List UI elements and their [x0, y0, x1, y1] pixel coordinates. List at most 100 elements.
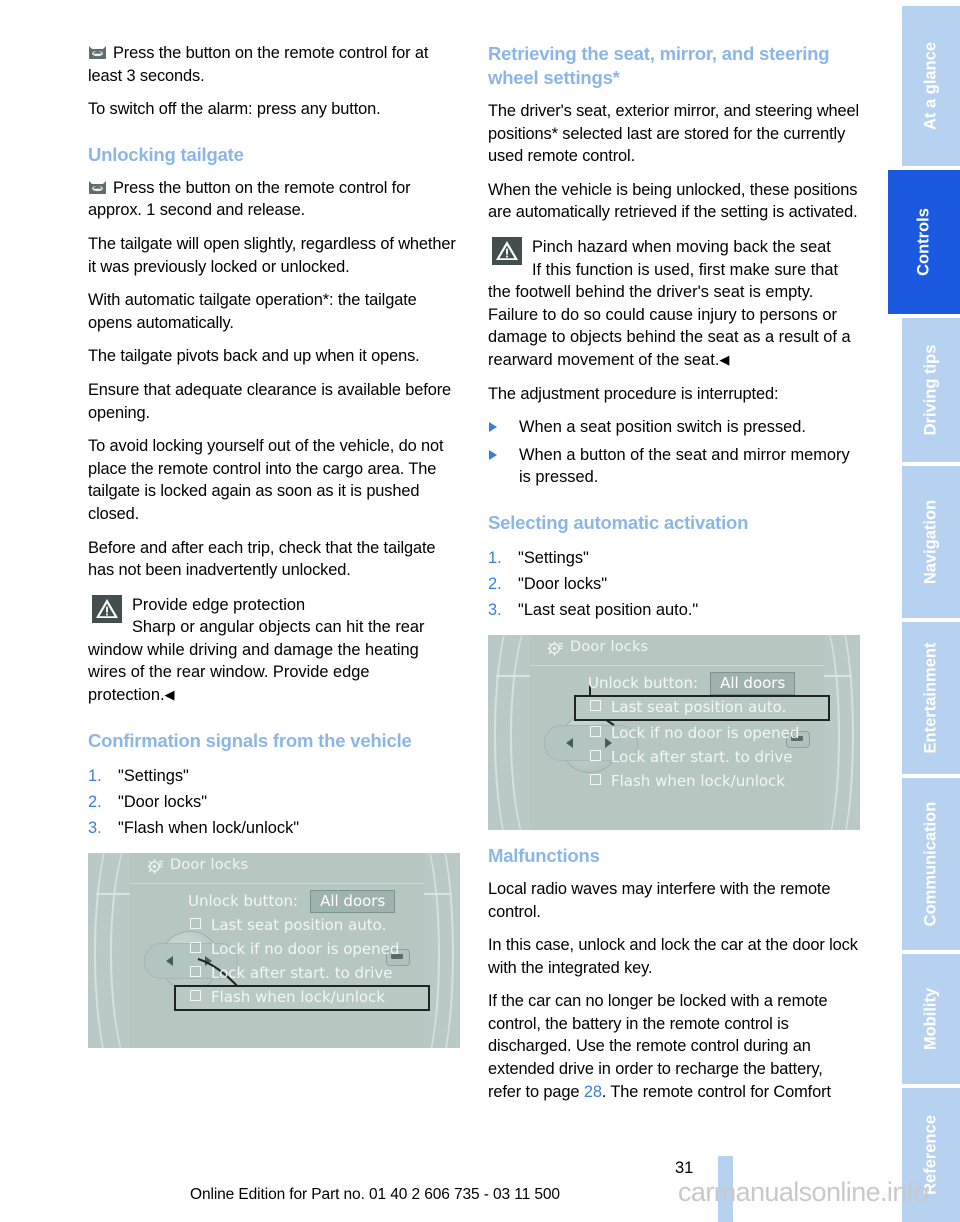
unlock-tailgate-text: Press the button on the remote control f… — [88, 178, 411, 220]
mmi-title: Door locks — [570, 638, 649, 655]
warning-body: If this function is used, first make sur… — [488, 260, 851, 369]
integrated-key-paragraph: In this case, unlock and lock the car at… — [488, 936, 858, 977]
gear-icon — [147, 858, 164, 875]
mmi-screen: Door locks Unlock button: All doors Last … — [530, 634, 830, 830]
mmi-option-row[interactable]: Lock if no door is opened — [188, 937, 418, 961]
checkbox-icon[interactable] — [590, 725, 601, 737]
sidebar-item-mobility[interactable]: Mobility — [902, 954, 960, 1084]
mmi-option-row[interactable]: Flash when lock/unlock — [588, 769, 818, 793]
mmi-option-row[interactable]: Last seat position auto. — [188, 913, 418, 937]
list-item: 2. "Door locks" — [88, 789, 460, 815]
adequate-clearance-paragraph: Ensure that adequate clearance is availa… — [88, 380, 452, 422]
triangle-bullet-icon — [489, 449, 497, 460]
tab-label: At a glance — [921, 41, 940, 131]
mmi-unlock-value: All doors — [710, 671, 796, 695]
mmi-title: Door locks — [170, 856, 249, 873]
heading-selecting-automatic-activation: Selecting automatic activation — [488, 511, 749, 533]
confirmation-steps-list: 1. "Settings" 2. "Door locks" 3. "Flash whe… — [88, 763, 460, 841]
unlock-tailgate-paragraph: Press the button on the remote control f… — [88, 177, 460, 222]
warning-end-marker: ◀ — [164, 687, 175, 703]
step-label: "Settings" — [118, 766, 189, 785]
trunk-remote-button-icon — [88, 180, 107, 195]
tailgate-pivots-paragraph: The tailgate pivots back and up when it … — [88, 347, 420, 366]
heading-malfunctions: Malfunctions — [488, 844, 600, 866]
bezel-line — [824, 674, 852, 677]
step-label: "Door locks" — [118, 792, 208, 811]
warning-title: Pinch hazard when moving back the seat — [532, 237, 831, 256]
mmi-option-rows: Unlock button: All doors Last seat positi… — [174, 889, 430, 1011]
mmi-unlock-label: Unlock button: — [188, 891, 299, 910]
checkbox-icon[interactable] — [590, 699, 601, 711]
warning-edge-protection: Provide edge protection Sharp or angular… — [88, 594, 460, 707]
step-label: "Settings" — [518, 548, 589, 567]
sidebar-item-navigation[interactable]: Navigation — [902, 466, 960, 618]
mmi-option-rows: Unlock button: All doors Last seat positi… — [574, 671, 830, 793]
list-item: When a seat position switch is pressed. — [488, 416, 860, 439]
tab-label: Driving tips — [921, 344, 940, 436]
check-tailgate-paragraph: Before and after each trip, check that t… — [88, 538, 436, 580]
drivers-seat-stored-paragraph: The driver's seat, exterior mirror, and … — [488, 102, 860, 166]
warning-end-marker: ◀ — [719, 351, 730, 367]
trunk-remote-button-icon — [88, 45, 107, 60]
checkbox-icon[interactable] — [190, 989, 201, 1001]
mmi-option-label: Last seat position auto. — [211, 915, 387, 934]
tab-label: Mobility — [921, 987, 940, 1051]
warning-body: Sharp or angular objects can hit the rea… — [88, 618, 425, 705]
step-label: "Flash when lock/unlock" — [118, 818, 300, 837]
sidebar-item-at-a-glance[interactable]: At a glance — [902, 6, 960, 166]
watermark: carmanualsonline.info — [678, 1177, 929, 1207]
mmi-option-row[interactable]: Lock if no door is opened — [588, 721, 818, 745]
heading-confirmation-signals: Confirmation signals from the vehicle — [88, 729, 412, 751]
left-column: Press the button on the remote control f… — [88, 42, 460, 1062]
mmi-screenshot-door-locks-flash: Door locks Unlock button: All doors Last … — [88, 852, 460, 1048]
left-arrow-icon — [166, 955, 173, 966]
triangle-bullet-icon — [489, 422, 497, 433]
mmi-option-label: Lock if no door is opened — [611, 723, 800, 742]
adjustment-interrupted-paragraph: The adjustment procedure is interrupted: — [488, 384, 779, 403]
mmi-unlock-button-row: Unlock button: All doors — [188, 889, 418, 913]
list-item: 2. "Door locks" — [488, 571, 860, 597]
section-navigation-tabs: At a glance Controls Driving tips Naviga… — [888, 0, 960, 1222]
heading-unlocking-tailgate: Unlocking tailgate — [88, 143, 244, 165]
checkbox-icon[interactable] — [590, 773, 601, 785]
bullet-label: When a seat position switch is pressed. — [519, 418, 806, 437]
page-content: Press the button on the remote control f… — [0, 0, 888, 1222]
mmi-option-row-selected[interactable]: Last seat position auto. — [574, 694, 830, 721]
step-number: 1. — [88, 766, 102, 785]
step-number: 2. — [88, 792, 102, 811]
checkbox-icon[interactable] — [590, 749, 601, 761]
mmi-screenshot-door-locks-last-seat: Door locks Unlock button: All doors Last … — [488, 634, 860, 830]
tailgate-open-slightly-paragraph: The tailgate will open slightly, regardl… — [88, 234, 456, 276]
battery-discharged-paragraph: If the car can no longer be locked with … — [488, 990, 860, 1103]
sidebar-item-driving-tips[interactable]: Driving tips — [902, 318, 960, 462]
battery-text-after: . The remote control for Comfort — [601, 1082, 831, 1101]
sidebar-item-controls[interactable]: Controls — [888, 170, 960, 314]
checkbox-icon[interactable] — [190, 941, 201, 953]
mmi-unlock-label: Unlock button: — [588, 673, 699, 692]
page-reference-link[interactable]: 28 — [584, 1083, 602, 1101]
checkbox-icon[interactable] — [190, 917, 201, 929]
list-item: 1. "Settings" — [88, 763, 460, 789]
bullet-label: When a button of the seat and mirror mem… — [519, 445, 850, 487]
step-number: 2. — [488, 574, 502, 593]
positions-retrieved-paragraph: When the vehicle is being unlocked, thes… — [488, 180, 858, 222]
list-item: 1. "Settings" — [488, 545, 860, 571]
left-arrow-icon — [566, 737, 573, 748]
gear-icon — [547, 640, 564, 657]
step-label: "Last seat position auto." — [518, 600, 699, 619]
radio-waves-paragraph: Local radio waves may interfere with the… — [488, 879, 831, 921]
mmi-option-row-selected[interactable]: Flash when lock/unlock — [174, 984, 430, 1011]
mmi-unlock-value: All doors — [310, 889, 396, 913]
checkbox-icon[interactable] — [190, 965, 201, 977]
mmi-option-row[interactable]: Lock after start. to drive — [188, 961, 418, 985]
mmi-titlebar: Door locks — [130, 853, 424, 884]
warning-title: Provide edge protection — [132, 595, 306, 614]
list-item: 3. "Flash when lock/unlock" — [88, 815, 460, 841]
heading-retrieving-settings: Retrieving the seat, mirror, and steerin… — [488, 43, 830, 88]
interruption-bullet-list: When a seat position switch is pressed. … — [488, 416, 860, 489]
switch-off-alarm-paragraph: To switch off the alarm: press any butto… — [88, 100, 381, 119]
sidebar-item-entertainment[interactable]: Entertainment — [902, 622, 960, 774]
sidebar-item-communication[interactable]: Communication — [902, 778, 960, 950]
remote-press-3sec-text: Press the button on the remote control f… — [88, 44, 429, 85]
mmi-option-row[interactable]: Lock after start. to drive — [588, 745, 818, 769]
